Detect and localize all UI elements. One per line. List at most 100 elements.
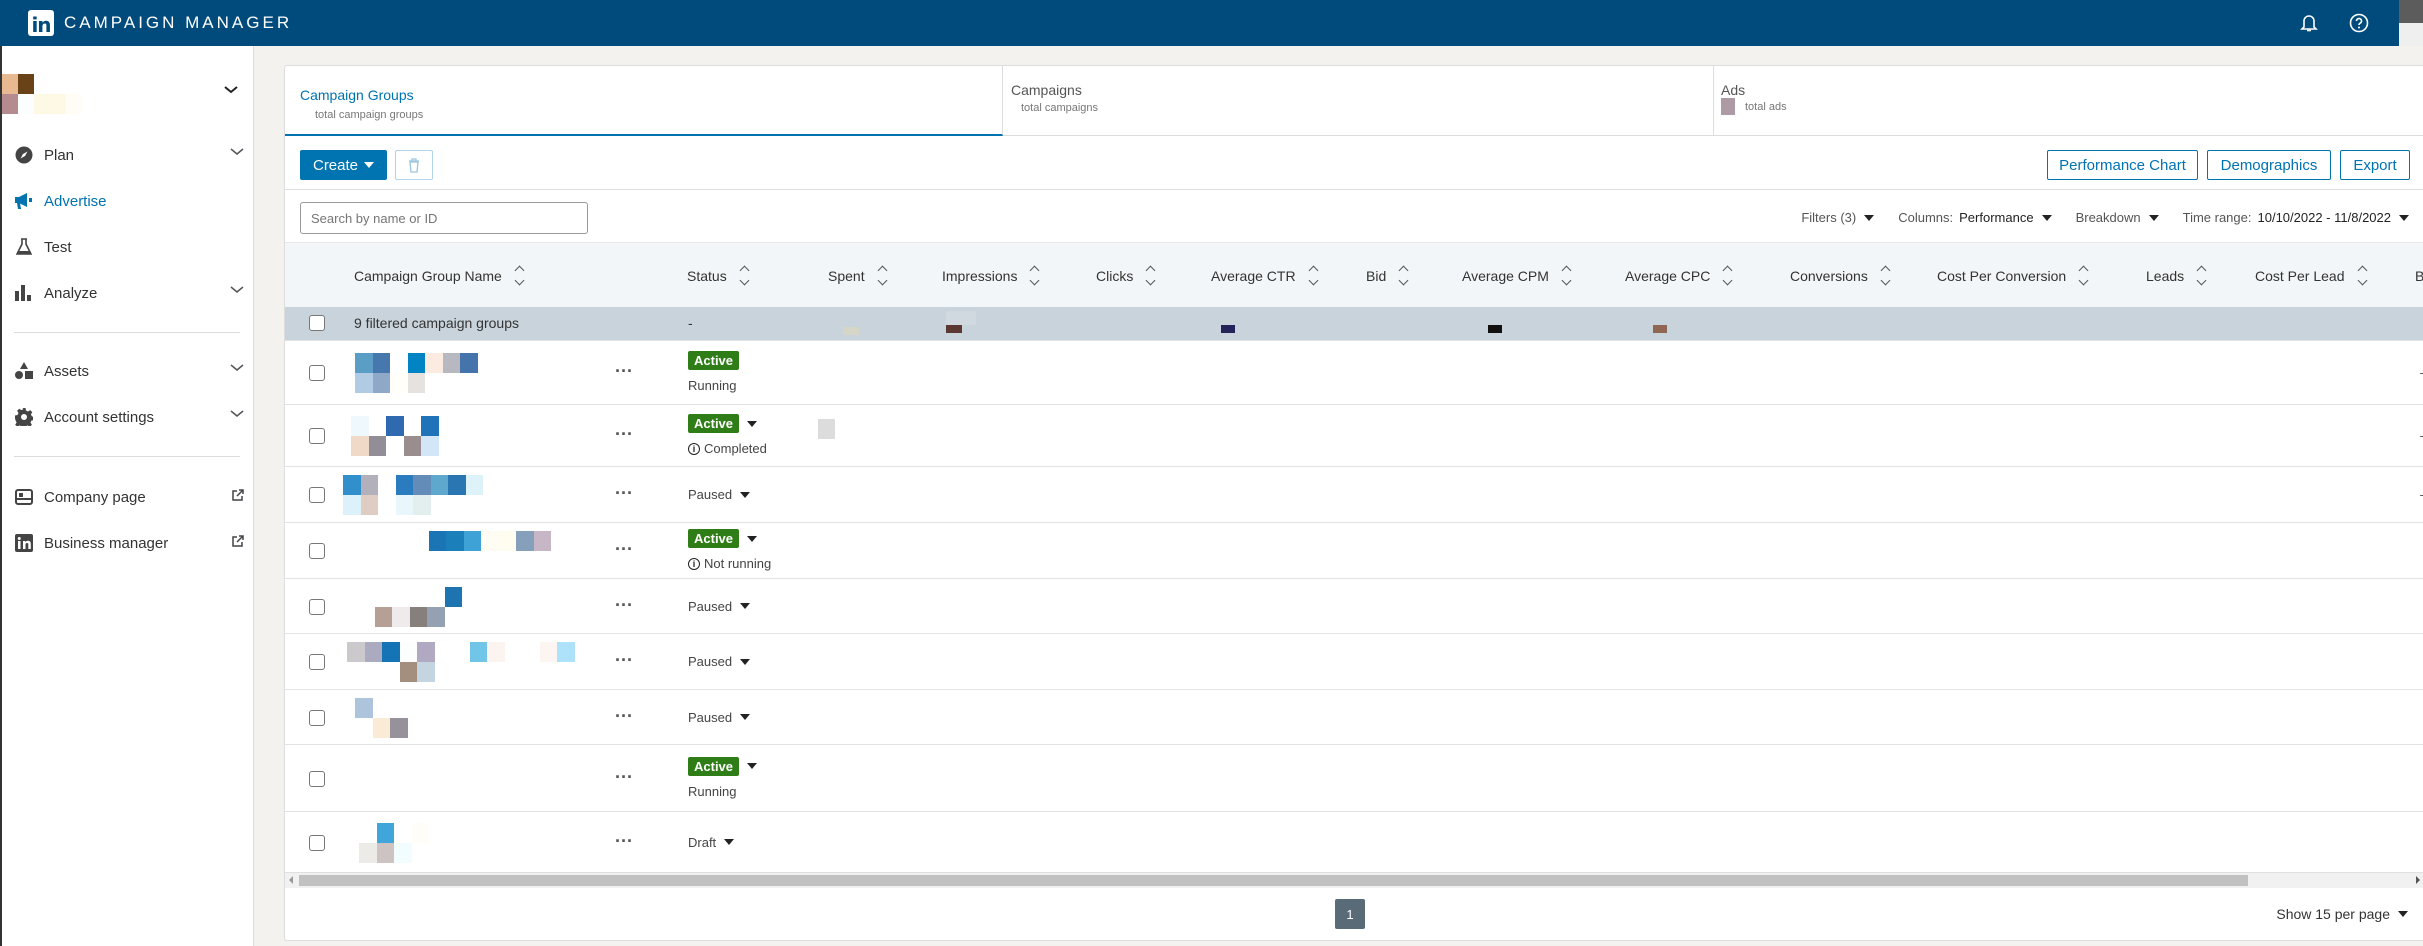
select-all-checkbox[interactable] <box>309 315 325 331</box>
columns-dropdown[interactable]: Columns: Performance <box>1898 210 2052 225</box>
tab-campaigns[interactable]: Campaigns total campaigns <box>1003 66 1714 136</box>
more-options-icon[interactable]: ··· <box>615 361 633 382</box>
status-dropdown[interactable]: Draft <box>688 835 735 850</box>
sort-icon[interactable] <box>1308 264 1319 287</box>
sort-icon[interactable] <box>2196 264 2207 287</box>
linkedin-logo-icon[interactable]: in <box>28 10 54 36</box>
row-checkbox[interactable] <box>309 598 325 615</box>
sort-icon[interactable] <box>514 264 525 287</box>
column-header[interactable]: Campaign Group Name <box>354 243 525 308</box>
row-checkbox[interactable] <box>309 543 325 559</box>
table-row[interactable]: ··· Active iCompleted - <box>285 404 2423 466</box>
row-checkbox[interactable] <box>309 770 325 787</box>
column-header[interactable]: Average CTR <box>1211 243 1319 308</box>
table-row[interactable]: ··· Paused - <box>285 466 2423 522</box>
scroll-right-icon[interactable] <box>2416 876 2420 884</box>
external-link-icon[interactable] <box>232 489 244 501</box>
campaign-group-name[interactable] <box>351 416 611 456</box>
status-dropdown[interactable]: Active <box>688 756 758 776</box>
export-button[interactable]: Export <box>2340 150 2410 180</box>
sidebar-item-plan[interactable]: Plan <box>14 139 244 171</box>
more-options-icon[interactable]: ··· <box>615 831 633 852</box>
campaign-group-name[interactable] <box>357 586 617 627</box>
sidebar-item-test[interactable]: Test <box>14 231 244 263</box>
sort-icon[interactable] <box>2078 264 2089 287</box>
chevron-down-icon[interactable] <box>230 286 244 294</box>
status-dropdown[interactable]: Paused <box>688 487 751 502</box>
table-row[interactable]: ··· Paused <box>285 578 2423 633</box>
sort-icon[interactable] <box>1722 264 1733 287</box>
column-header[interactable]: Bid <box>1366 243 1409 308</box>
row-checkbox[interactable] <box>309 428 325 444</box>
column-header[interactable]: Spent <box>828 243 888 308</box>
table-row[interactable]: ··· Active Running - <box>285 340 2423 404</box>
sort-icon[interactable] <box>2357 264 2367 287</box>
chevron-down-icon[interactable] <box>230 364 244 372</box>
sort-icon[interactable] <box>1398 264 1409 287</box>
table-row[interactable]: ··· Paused <box>285 633 2423 689</box>
info-icon[interactable]: i <box>688 557 700 570</box>
more-options-icon[interactable]: ··· <box>615 706 633 727</box>
sidebar-item-advertise[interactable]: Advertise <box>14 185 244 217</box>
campaign-group-name[interactable] <box>343 475 603 515</box>
row-checkbox[interactable] <box>309 654 325 670</box>
sidebar-item-business-manager[interactable]: Business manager <box>14 527 244 559</box>
sidebar-item-analyze[interactable]: Analyze <box>14 277 244 309</box>
sort-icon[interactable] <box>1880 264 1891 287</box>
info-icon[interactable]: i <box>688 442 700 455</box>
more-options-icon[interactable]: ··· <box>615 483 633 504</box>
chevron-down-icon[interactable] <box>230 410 244 418</box>
more-options-icon[interactable]: ··· <box>615 650 633 671</box>
column-header[interactable]: Leads <box>2146 243 2207 308</box>
column-header[interactable]: B <box>2415 243 2423 308</box>
campaign-group-name[interactable] <box>359 822 619 863</box>
sort-icon[interactable] <box>739 264 750 287</box>
scroll-left-icon[interactable] <box>289 876 293 884</box>
scrollbar-thumb[interactable] <box>299 875 2248 886</box>
column-header[interactable]: Average CPC <box>1625 243 1733 308</box>
create-button[interactable]: Create <box>300 150 387 180</box>
sidebar-item-company-page[interactable]: Company page <box>14 481 244 513</box>
row-checkbox[interactable] <box>309 365 325 381</box>
row-checkbox[interactable] <box>309 834 325 851</box>
column-header[interactable]: Cost Per Lead <box>2255 243 2367 308</box>
status-dropdown[interactable]: Active <box>688 414 767 433</box>
more-options-icon[interactable]: ··· <box>615 424 633 445</box>
table-row[interactable]: ··· Active i Not running <box>285 522 2423 578</box>
delete-button[interactable] <box>395 150 433 180</box>
column-header[interactable]: Conversions <box>1790 243 1891 308</box>
chevron-down-icon[interactable] <box>230 148 244 156</box>
bell-icon[interactable] <box>2299 13 2319 33</box>
campaign-group-name[interactable] <box>347 642 607 682</box>
horizontal-scrollbar[interactable] <box>285 872 2423 888</box>
help-icon[interactable] <box>2349 13 2369 33</box>
status-dropdown[interactable]: Paused <box>688 599 751 614</box>
campaign-group-name[interactable] <box>359 759 619 799</box>
chevron-down-icon[interactable] <box>224 86 238 94</box>
column-header[interactable]: Average CPM <box>1462 243 1572 308</box>
time-range-dropdown[interactable]: Time range: 10/10/2022 - 11/8/2022 <box>2183 210 2409 225</box>
table-row[interactable]: ··· Active Running <box>285 744 2423 811</box>
row-checkbox[interactable] <box>309 709 325 726</box>
sort-icon[interactable] <box>1561 264 1572 287</box>
status-dropdown[interactable]: Paused <box>688 654 751 669</box>
table-row[interactable]: ··· Draft <box>285 811 2423 872</box>
campaign-group-name[interactable] <box>376 531 636 571</box>
demographics-button[interactable]: Demographics <box>2207 150 2331 180</box>
status-dropdown[interactable]: Active <box>688 529 771 548</box>
table-row[interactable]: ··· Paused <box>285 689 2423 744</box>
account-selector[interactable] <box>2 74 232 119</box>
sort-icon[interactable] <box>877 264 888 287</box>
more-options-icon[interactable]: ··· <box>615 595 633 616</box>
tab-ads[interactable]: Ads total ads <box>1714 66 2423 136</box>
search-input[interactable] <box>300 202 588 234</box>
more-options-icon[interactable]: ··· <box>615 767 633 788</box>
campaign-group-name[interactable] <box>355 697 615 738</box>
column-header[interactable]: Clicks <box>1096 243 1156 308</box>
tab-campaign-groups[interactable]: Campaign Groups total campaign groups <box>285 66 1003 136</box>
external-link-icon[interactable] <box>232 535 244 547</box>
user-avatar[interactable] <box>2399 0 2423 46</box>
filters-dropdown[interactable]: Filters (3) <box>1801 210 1875 225</box>
more-options-icon[interactable]: ··· <box>615 539 633 560</box>
breakdown-dropdown[interactable]: Breakdown <box>2076 210 2159 225</box>
